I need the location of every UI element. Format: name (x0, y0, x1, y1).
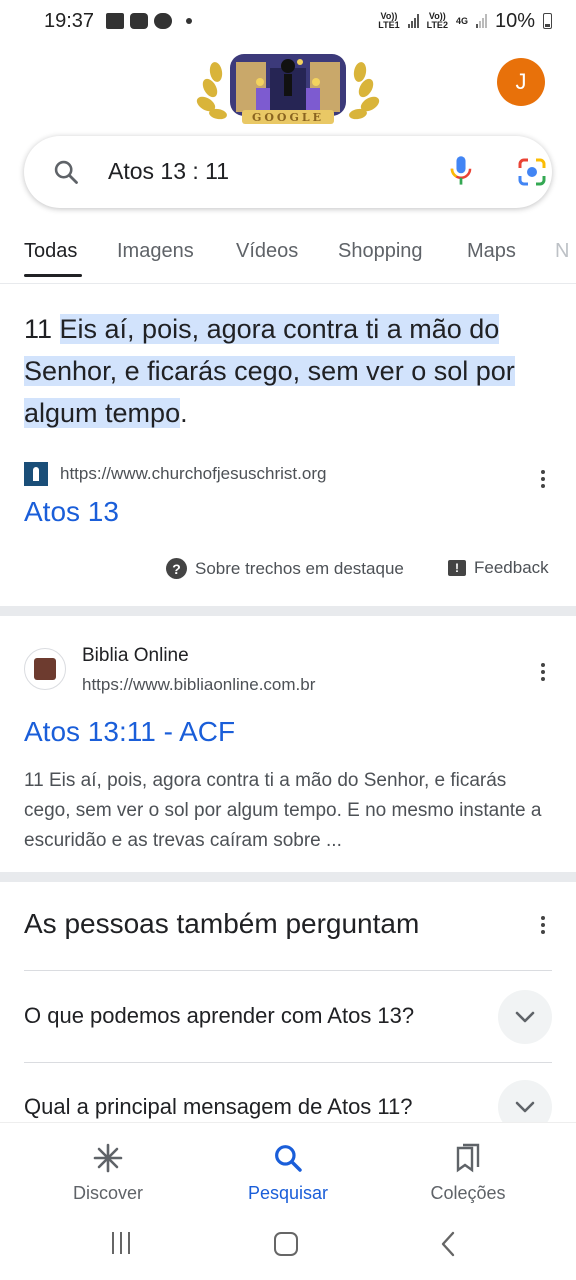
featured-snippet-text: 11 Eis aí, pois, agora contra ti a mão d… (24, 308, 554, 434)
tab-videos[interactable]: Vídeos (236, 240, 298, 263)
result-title-link[interactable]: Atos 13 (24, 496, 119, 528)
sim1-volte-icon: Vo)) LTE1 (378, 11, 400, 30)
youtube-icon (130, 13, 149, 29)
cloud-icon (154, 13, 173, 29)
about-featured-snippets-link[interactable]: ? Sobre trechos em destaque (166, 558, 404, 579)
google-lens-icon[interactable] (516, 156, 548, 193)
snippet-highlight: Eis aí, pois, agora contra ti a mão do S… (24, 314, 515, 428)
result-description: 11 Eis aí, pois, agora contra ti a mão d… (24, 770, 542, 851)
nav-search[interactable]: Pesquisar (228, 1141, 348, 1204)
system-navigation-bar (0, 1218, 576, 1280)
more-options-icon[interactable] (533, 913, 553, 937)
recent-apps-icon[interactable] (112, 1232, 130, 1254)
feedback-icon: ! (448, 560, 466, 576)
gallery-icon (106, 13, 125, 29)
tab-images[interactable]: Imagens (117, 240, 194, 263)
nav-collections[interactable]: Coleções (408, 1141, 528, 1204)
site-favicon (24, 462, 48, 486)
section-divider (0, 872, 576, 882)
snippet-verse-number: 11 (24, 314, 60, 344)
status-bar: 19:37 Vo)) LTE1 Vo)) LTE2 4G 10% (0, 0, 576, 42)
collections-icon (408, 1141, 528, 1175)
tab-maps[interactable]: Maps (467, 240, 516, 263)
feedback-link[interactable]: ! Feedback (448, 558, 549, 578)
nav-collections-label: Coleções (430, 1183, 506, 1203)
divider (24, 1062, 552, 1063)
search-icon (228, 1141, 348, 1175)
active-tab-indicator (24, 274, 82, 277)
bottom-navigation: Discover Pesquisar Coleções (0, 1122, 576, 1218)
feedback-label: Feedback (474, 558, 549, 577)
signal2-icon (475, 14, 487, 28)
nav-discover[interactable]: Discover (48, 1141, 168, 1204)
google-doodle[interactable]: GOOGLE (196, 48, 380, 128)
result-url[interactable]: https://www.bibliaonline.com.br (82, 675, 315, 695)
voice-search-icon[interactable] (447, 154, 475, 193)
net-type-label: 4G (455, 15, 468, 26)
battery-percent: 10% (494, 9, 535, 32)
tab-all[interactable]: Todas (24, 240, 77, 263)
snippet-end: . (180, 398, 188, 428)
paa-question[interactable]: O que podemos aprender com Atos 13? (24, 1003, 414, 1029)
home-icon[interactable] (274, 1232, 298, 1256)
search-bar[interactable]: Atos 13 : 11 (24, 136, 552, 208)
result-title-link[interactable]: Atos 13:11 - ACF (24, 716, 235, 748)
back-icon[interactable] (440, 1230, 456, 1263)
tabs-divider (0, 283, 576, 284)
nav-search-label: Pesquisar (247, 1183, 329, 1203)
more-options-icon[interactable] (533, 660, 553, 684)
tab-news-partial[interactable]: N (555, 240, 569, 263)
nav-discover-label: Discover (72, 1183, 143, 1203)
expand-chevron-icon[interactable] (498, 990, 552, 1044)
tab-shopping[interactable]: Shopping (338, 240, 423, 263)
result-url[interactable]: https://www.churchofjesuschrist.org (60, 464, 326, 484)
divider (24, 970, 552, 971)
battery-icon (543, 13, 552, 29)
search-tabs: Todas Imagens Vídeos Shopping Maps N (0, 232, 576, 278)
signal1-icon (407, 14, 419, 28)
about-label: Sobre trechos em destaque (195, 558, 404, 578)
more-options-icon[interactable] (533, 467, 553, 491)
search-icon (52, 158, 80, 191)
sim2-volte-icon: Vo)) LTE2 (426, 11, 448, 30)
people-also-ask-title: As pessoas também perguntam (24, 908, 420, 939)
section-divider (0, 606, 576, 616)
site-favicon (24, 648, 66, 690)
paa-question[interactable]: Qual a principal mensagem de Atos 11? (24, 1094, 413, 1120)
result-site-name[interactable]: Biblia Online (82, 645, 189, 667)
search-input[interactable]: Atos 13 : 11 (108, 158, 229, 185)
discover-icon (48, 1141, 168, 1175)
status-time: 19:37 (44, 9, 95, 32)
account-avatar[interactable]: J (497, 58, 545, 106)
doodle-wordmark: GOOGLE (252, 111, 324, 124)
help-icon: ? (166, 558, 187, 579)
notification-dot-icon (186, 18, 193, 24)
